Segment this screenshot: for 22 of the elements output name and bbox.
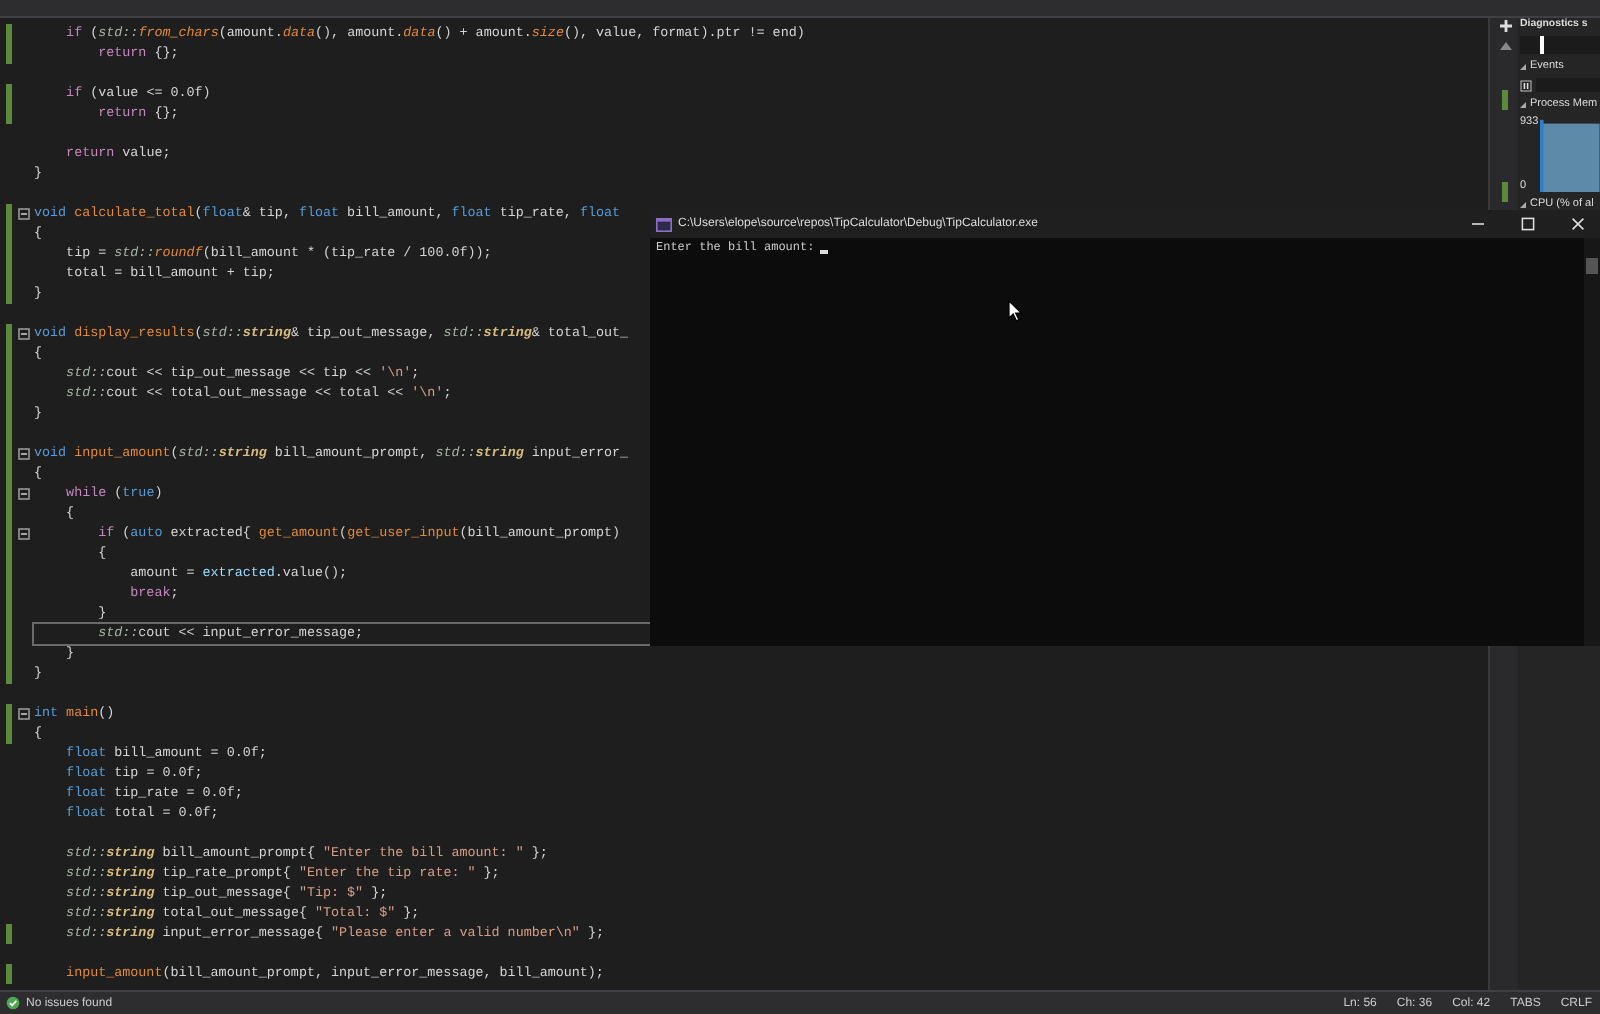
- mouse-pointer-icon: [1008, 300, 1022, 322]
- collapse-icon[interactable]: [18, 708, 30, 720]
- collapse-icon[interactable]: [18, 208, 30, 220]
- close-icon: [1570, 216, 1586, 232]
- collapse-icon[interactable]: [1520, 101, 1526, 107]
- pause-icon[interactable]: [1520, 79, 1532, 91]
- add-icon[interactable]: [1498, 18, 1514, 34]
- collapse-icon[interactable]: [18, 328, 30, 340]
- text-cursor: [820, 250, 829, 254]
- check-icon: [6, 996, 20, 1010]
- change-indicator: [1502, 182, 1508, 202]
- collapse-icon[interactable]: [18, 448, 30, 460]
- timeline-ruler[interactable]: [1520, 36, 1600, 54]
- console-app-icon: [656, 217, 672, 231]
- maximize-icon: [1520, 216, 1536, 232]
- memory-graph: [1540, 116, 1600, 192]
- change-indicator: [1502, 90, 1508, 110]
- collapse-icon[interactable]: [18, 488, 30, 500]
- console-scrollbar[interactable]: [1584, 238, 1600, 646]
- scroll-up-icon[interactable]: [1500, 42, 1512, 50]
- collapse-icon[interactable]: [1520, 63, 1526, 69]
- collapse-icon[interactable]: [18, 528, 30, 540]
